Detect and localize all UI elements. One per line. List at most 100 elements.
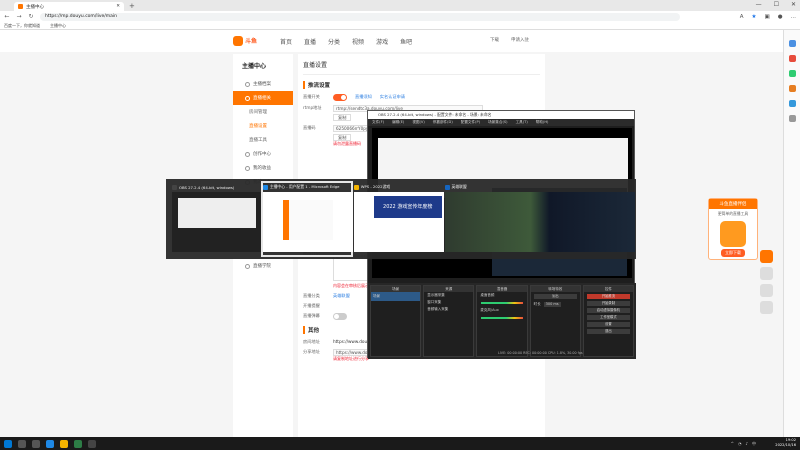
clock[interactable]: 19:02 2022/10/16 xyxy=(775,438,796,448)
profile-icon[interactable]: ● xyxy=(778,14,783,20)
settings-button[interactable]: 设置 xyxy=(586,322,631,327)
shopping-icon[interactable] xyxy=(788,55,796,62)
switcher-thumb-wps[interactable]: WPS - 2022游戏 2022 游戏宣传年度榜 xyxy=(353,183,444,255)
ad-download-button[interactable]: 立即下载 xyxy=(721,249,745,257)
obs-menubar: 文件(F) 编辑(E) 视图(V) 停靠部件(D) 配置文件(P) 场景集合(S… xyxy=(368,119,634,126)
feedback-icon[interactable] xyxy=(760,284,773,297)
close-window-button[interactable]: ✕ xyxy=(791,1,796,8)
obs-menu-docks[interactable]: 停靠部件(D) xyxy=(433,119,453,126)
window-controls: — ☐ ✕ xyxy=(756,1,796,8)
close-tab-icon[interactable]: ✕ xyxy=(116,4,120,9)
douyu-logo[interactable]: 斗鱼 xyxy=(233,35,263,46)
nav-game[interactable]: 游戏 xyxy=(376,37,388,46)
service-icon[interactable] xyxy=(760,250,773,263)
studio-mode-button[interactable]: 工作室模式 xyxy=(586,315,631,320)
source-item[interactable]: 窗口采集 xyxy=(424,299,473,306)
sidebar-item-live[interactable]: 直播相关 xyxy=(233,91,293,105)
read-aloud-icon[interactable]: A xyxy=(740,14,744,20)
network-icon[interactable]: ◔ xyxy=(738,441,742,447)
sidebar-item-profile[interactable]: 主播档案 xyxy=(233,77,293,91)
nav-category[interactable]: 分类 xyxy=(328,37,340,46)
sidebar-item-create[interactable]: 创作中心 xyxy=(233,147,293,161)
download-link[interactable]: 下载 xyxy=(490,37,499,43)
input-language[interactable]: 中 xyxy=(752,441,756,447)
collections-icon[interactable]: ▣ xyxy=(764,14,769,20)
sidebar-sub-settings[interactable]: 直播设置 xyxy=(233,119,293,133)
scene-item[interactable]: 场景 xyxy=(371,292,421,301)
address-input[interactable]: https://mp.douyu.com/live/main xyxy=(40,12,680,21)
favorite-item[interactable]: 主播中心 xyxy=(50,23,66,29)
search-icon[interactable] xyxy=(18,439,26,448)
outlook-icon[interactable] xyxy=(788,100,796,107)
obs-menu-profile[interactable]: 配置文件(P) xyxy=(461,119,480,126)
nav-video[interactable]: 视频 xyxy=(352,37,364,46)
start-stream-button[interactable]: 开始推流 xyxy=(586,294,631,299)
app-taskbar-icon[interactable] xyxy=(74,439,82,448)
start-recording-button[interactable]: 开始录制 xyxy=(586,301,631,306)
live-toggle[interactable] xyxy=(333,94,347,101)
category-value[interactable]: 英雄联盟 xyxy=(333,293,350,299)
verify-link[interactable]: 实名认证申请 xyxy=(380,94,405,100)
volume-icon[interactable]: ♪ xyxy=(745,441,748,447)
site-header: 斗鱼 首页 直播 分类 视频 游戏 鱼吧 下载 申请入驻 xyxy=(0,30,783,52)
obs-menu-scenes[interactable]: 场景集合(S) xyxy=(488,119,507,126)
transition-select[interactable]: 淡出 xyxy=(533,294,577,299)
sidebar-sub-tools[interactable]: 直播工具 xyxy=(233,133,293,147)
obs-menu-view[interactable]: 视图(V) xyxy=(412,119,424,126)
forward-icon[interactable]: → xyxy=(16,13,22,20)
sidebar-item-academy[interactable]: 直播学院 xyxy=(233,259,293,273)
live-icon xyxy=(245,95,250,101)
switcher-thumb-obs[interactable]: OBS 27.2.4 (64-bit, windows) xyxy=(172,183,262,255)
obs-menu-file[interactable]: 文件(F) xyxy=(372,119,384,126)
chevron-up-icon[interactable]: ^ xyxy=(731,441,734,447)
refresh-icon[interactable]: ↻ xyxy=(28,13,34,20)
user-menu[interactable]: 申请入驻 xyxy=(511,37,529,43)
new-tab-button[interactable]: + xyxy=(129,2,135,10)
source-item[interactable]: 显示器采集 xyxy=(424,292,473,299)
copy-key-button[interactable]: 复制 xyxy=(333,134,352,141)
nav-home[interactable]: 首页 xyxy=(280,37,292,46)
danmu-toggle[interactable] xyxy=(333,313,347,320)
row-label: 直播弹幕 xyxy=(303,313,320,318)
obs-menu-edit[interactable]: 编辑(E) xyxy=(392,119,404,126)
explorer-taskbar-icon[interactable] xyxy=(60,439,68,448)
edge-thumbnail-image xyxy=(262,192,353,252)
nav-yuba[interactable]: 鱼吧 xyxy=(400,37,412,46)
task-view-icon[interactable] xyxy=(32,439,40,448)
switcher-thumb-game[interactable]: 英雄联盟 xyxy=(444,183,635,255)
obs-menu-tools[interactable]: 工具(T) xyxy=(516,119,528,126)
virtual-camera-button[interactable]: 启动虚拟摄像机 xyxy=(586,308,631,313)
source-item[interactable]: 音频输入采集 xyxy=(424,306,473,313)
home-icon[interactable] xyxy=(760,267,773,280)
rules-link[interactable]: 直播须知 xyxy=(355,94,372,100)
edge-taskbar-icon[interactable] xyxy=(46,439,54,448)
maximize-button[interactable]: ☐ xyxy=(774,1,779,8)
browser-tab[interactable]: 主播中心 ✕ xyxy=(14,2,124,11)
favorite-star-icon[interactable]: ★ xyxy=(752,14,757,20)
tools-icon[interactable] xyxy=(788,70,796,77)
favorite-item[interactable]: 百度一下，你就知道 xyxy=(4,23,40,29)
sidebar-sub-room[interactable]: 房间管理 xyxy=(233,105,293,119)
start-icon[interactable] xyxy=(4,439,12,448)
nav-live[interactable]: 直播 xyxy=(304,37,316,46)
add-icon[interactable] xyxy=(788,115,796,122)
sidebar-item-income[interactable]: 我的收益 xyxy=(233,161,293,175)
income-icon xyxy=(245,165,250,171)
audio-meter[interactable] xyxy=(481,302,523,304)
back-icon[interactable]: ← xyxy=(4,13,10,20)
assistant-download-ad[interactable]: 斗鱼直播伴侣 更简单的直播工具 立即下载 xyxy=(708,198,758,260)
audio-meter[interactable] xyxy=(481,317,523,319)
obs-taskbar-icon[interactable] xyxy=(88,439,96,448)
office-icon[interactable] xyxy=(788,85,796,92)
switcher-thumb-edge[interactable]: 主播中心 - 用户配置 1 - Microsoft Edge xyxy=(260,181,353,257)
copy-rtmp-button[interactable]: 复制 xyxy=(333,114,352,121)
headset-icon[interactable] xyxy=(760,301,773,314)
more-icon[interactable]: … xyxy=(791,14,797,20)
obs-menu-help[interactable]: 帮助(H) xyxy=(536,119,549,126)
duration-input[interactable]: 300 ms xyxy=(543,302,561,307)
mixer-channel-label: 桌面音频 xyxy=(480,293,495,297)
controls-dock: 控件 开始推流 开始录制 启动虚拟摄像机 工作室模式 设置 退出 xyxy=(582,285,635,357)
minimize-button[interactable]: — xyxy=(756,1,762,8)
search-icon[interactable] xyxy=(788,40,796,47)
exit-button[interactable]: 退出 xyxy=(586,329,631,334)
